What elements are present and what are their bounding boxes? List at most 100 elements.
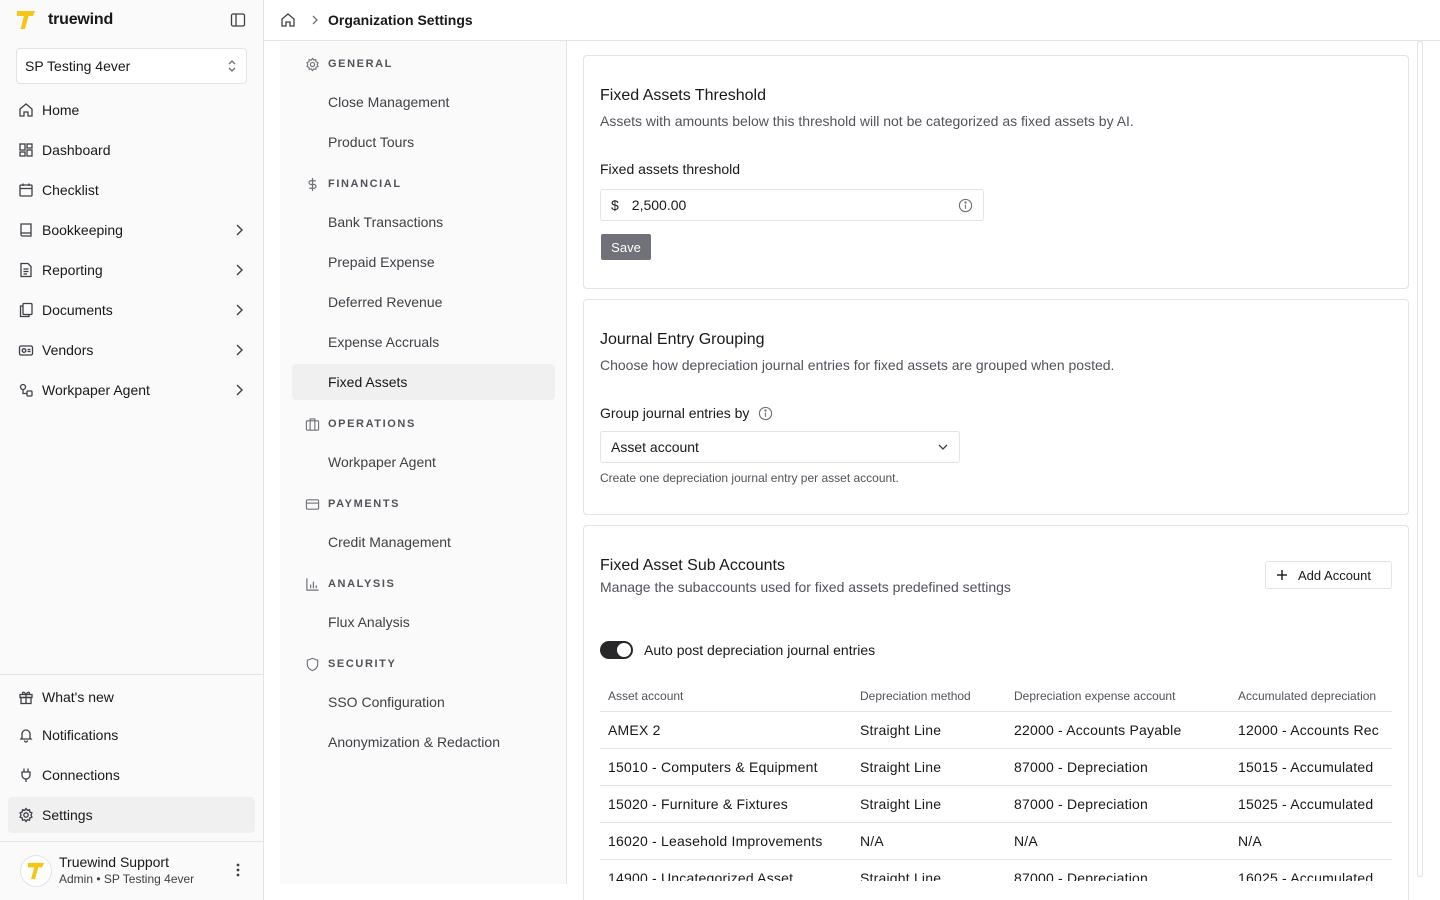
nav-item-dashboard[interactable]: Dashboard (8, 132, 255, 168)
section-title: ANALYSIS (328, 578, 396, 590)
organization-select[interactable]: SP Testing 4ever (16, 48, 247, 84)
threshold-card: Fixed Assets Threshold Assets with amoun… (583, 55, 1409, 289)
sidebar-divider (0, 841, 263, 842)
settings-item-credit-management[interactable]: Credit Management (292, 524, 555, 560)
auto-post-toggle[interactable] (600, 641, 633, 659)
section-general: GENERAL (304, 54, 393, 74)
book-icon (18, 222, 34, 238)
auto-post-label: Auto post depreciation journal entries (644, 642, 876, 658)
nav-item-vendors[interactable]: Vendors (8, 332, 255, 368)
user-profile[interactable]: Truewind Support Admin • SP Testing 4eve… (20, 853, 250, 889)
bell-icon (18, 727, 34, 743)
brand[interactable]: truewind (16, 8, 248, 32)
currency-prefix: $ (611, 197, 619, 213)
nav-item-whats-new[interactable]: What's new (8, 679, 255, 715)
sub-accounts-card: Fixed Asset Sub Accounts Manage the suba… (583, 525, 1409, 900)
info-icon[interactable] (958, 198, 973, 213)
section-financial: FINANCIAL (304, 174, 402, 194)
user-role: Admin • SP Testing 4ever (59, 872, 195, 886)
scrollbar-thumb[interactable] (1417, 41, 1423, 877)
table-cell: Straight Line (852, 859, 1006, 881)
home-icon[interactable] (280, 12, 296, 28)
column-header: Depreciation expense account (1006, 681, 1230, 712)
settings-item-label: Fixed Assets (328, 374, 408, 390)
settings-item-product-tours[interactable]: Product Tours (292, 124, 555, 160)
avatar (20, 855, 52, 887)
info-icon[interactable] (758, 406, 773, 421)
workpaper-icon (18, 382, 34, 398)
plug-icon (18, 767, 34, 783)
table-cell: 16020 - Leasehold Improvements (600, 822, 852, 860)
dollar-icon (304, 176, 320, 192)
settings-item-prepaid-expense[interactable]: Prepaid Expense (292, 244, 555, 280)
grouping-card: Journal Entry Grouping Choose how deprec… (583, 299, 1409, 515)
settings-item-label: Prepaid Expense (328, 254, 435, 270)
nav-item-label: Bookkeeping (42, 222, 123, 238)
sub-accounts-description: Manage the subaccounts used for fixed as… (600, 579, 1011, 595)
scrollbar[interactable] (1417, 41, 1423, 877)
sub-accounts-title: Fixed Asset Sub Accounts (600, 557, 785, 574)
nav-item-checklist[interactable]: Checklist (8, 172, 255, 208)
table-cell: 15015 - Accumulated (1230, 748, 1392, 786)
table-row[interactable]: 14900 - Uncategorized Asset Straight Lin… (600, 859, 1392, 881)
grouping-label-text: Group journal entries by (600, 405, 750, 421)
nav-item-notifications[interactable]: Notifications (8, 717, 255, 753)
truewind-logo-icon (16, 9, 36, 31)
sidebar-divider (0, 674, 263, 675)
toggle-knob (617, 643, 631, 657)
settings-item-label: Expense Accruals (328, 334, 440, 350)
table-cell: 87000 - Depreciation (1006, 785, 1230, 823)
save-button[interactable]: Save (601, 234, 651, 260)
table-cell: 22000 - Accounts Payable (1006, 711, 1230, 749)
settings-item-close-management[interactable]: Close Management (292, 84, 555, 120)
nav-item-reporting[interactable]: Reporting (8, 252, 255, 288)
nav-item-settings[interactable]: Settings (8, 797, 255, 833)
chevron-right-icon (235, 224, 243, 236)
table-row[interactable]: 15010 - Computers & Equipment Straight L… (600, 748, 1392, 786)
settings-item-flux-analysis[interactable]: Flux Analysis (292, 604, 555, 640)
threshold-value: 2,500.00 (631, 197, 687, 213)
section-title: FINANCIAL (328, 178, 402, 190)
chevron-right-icon (235, 384, 243, 396)
nav-item-bookkeeping[interactable]: Bookkeeping (8, 212, 255, 248)
settings-item-bank-transactions[interactable]: Bank Transactions (292, 204, 555, 240)
chevron-right-icon (235, 304, 243, 316)
group-by-value: Asset account (611, 439, 699, 455)
settings-item-anonymization-redaction[interactable]: Anonymization & Redaction (292, 724, 555, 760)
settings-item-workpaper-agent[interactable]: Workpaper Agent (292, 444, 555, 480)
nav-item-label: Home (42, 102, 80, 118)
table-row[interactable]: AMEX 2 Straight Line 22000 - Accounts Pa… (600, 711, 1392, 749)
table-cell: 16025 - Accumulated (1230, 859, 1392, 881)
group-by-select[interactable]: Asset account (600, 431, 960, 463)
table-row[interactable]: 15020 - Furniture & Fixtures Straight Li… (600, 785, 1392, 823)
add-account-button[interactable]: Add Account (1265, 561, 1392, 589)
settings-item-label: Workpaper Agent (328, 454, 436, 470)
nav-item-label: Reporting (42, 262, 103, 278)
nav-item-connections[interactable]: Connections (8, 757, 255, 793)
nav-item-label: Connections (42, 767, 120, 783)
nav-item-documents[interactable]: Documents (8, 292, 255, 328)
threshold-input[interactable]: $ 2,500.00 (600, 189, 984, 221)
nav-item-home[interactable]: Home (8, 92, 255, 128)
settings-item-deferred-revenue[interactable]: Deferred Revenue (292, 284, 555, 320)
user-name: Truewind Support (59, 854, 169, 870)
chevron-right-icon (312, 15, 318, 25)
settings-item-fixed-assets[interactable]: Fixed Assets (292, 364, 555, 400)
sidebar-toggle-icon[interactable] (228, 10, 248, 30)
settings-item-label: Flux Analysis (328, 614, 410, 630)
gift-icon (18, 689, 34, 705)
nav-item-label: Workpaper Agent (42, 382, 150, 398)
nav-item-label: Checklist (42, 182, 99, 198)
table-cell: Straight Line (852, 711, 1006, 749)
table-cell: 15020 - Furniture & Fixtures (600, 785, 852, 823)
auto-post-row: Auto post depreciation journal entries (600, 641, 875, 659)
table-cell: Straight Line (852, 748, 1006, 786)
chevron-up-down-icon (226, 59, 238, 73)
table-row[interactable]: 16020 - Leasehold Improvements N/A N/A N… (600, 822, 1392, 860)
settings-item-label: Anonymization & Redaction (328, 734, 500, 750)
nav-item-workpaper-agent[interactable]: Workpaper Agent (8, 372, 255, 408)
settings-item-sso-configuration[interactable]: SSO Configuration (292, 684, 555, 720)
vendors-icon (18, 342, 34, 358)
more-options-icon[interactable] (236, 863, 240, 877)
settings-item-expense-accruals[interactable]: Expense Accruals (292, 324, 555, 360)
